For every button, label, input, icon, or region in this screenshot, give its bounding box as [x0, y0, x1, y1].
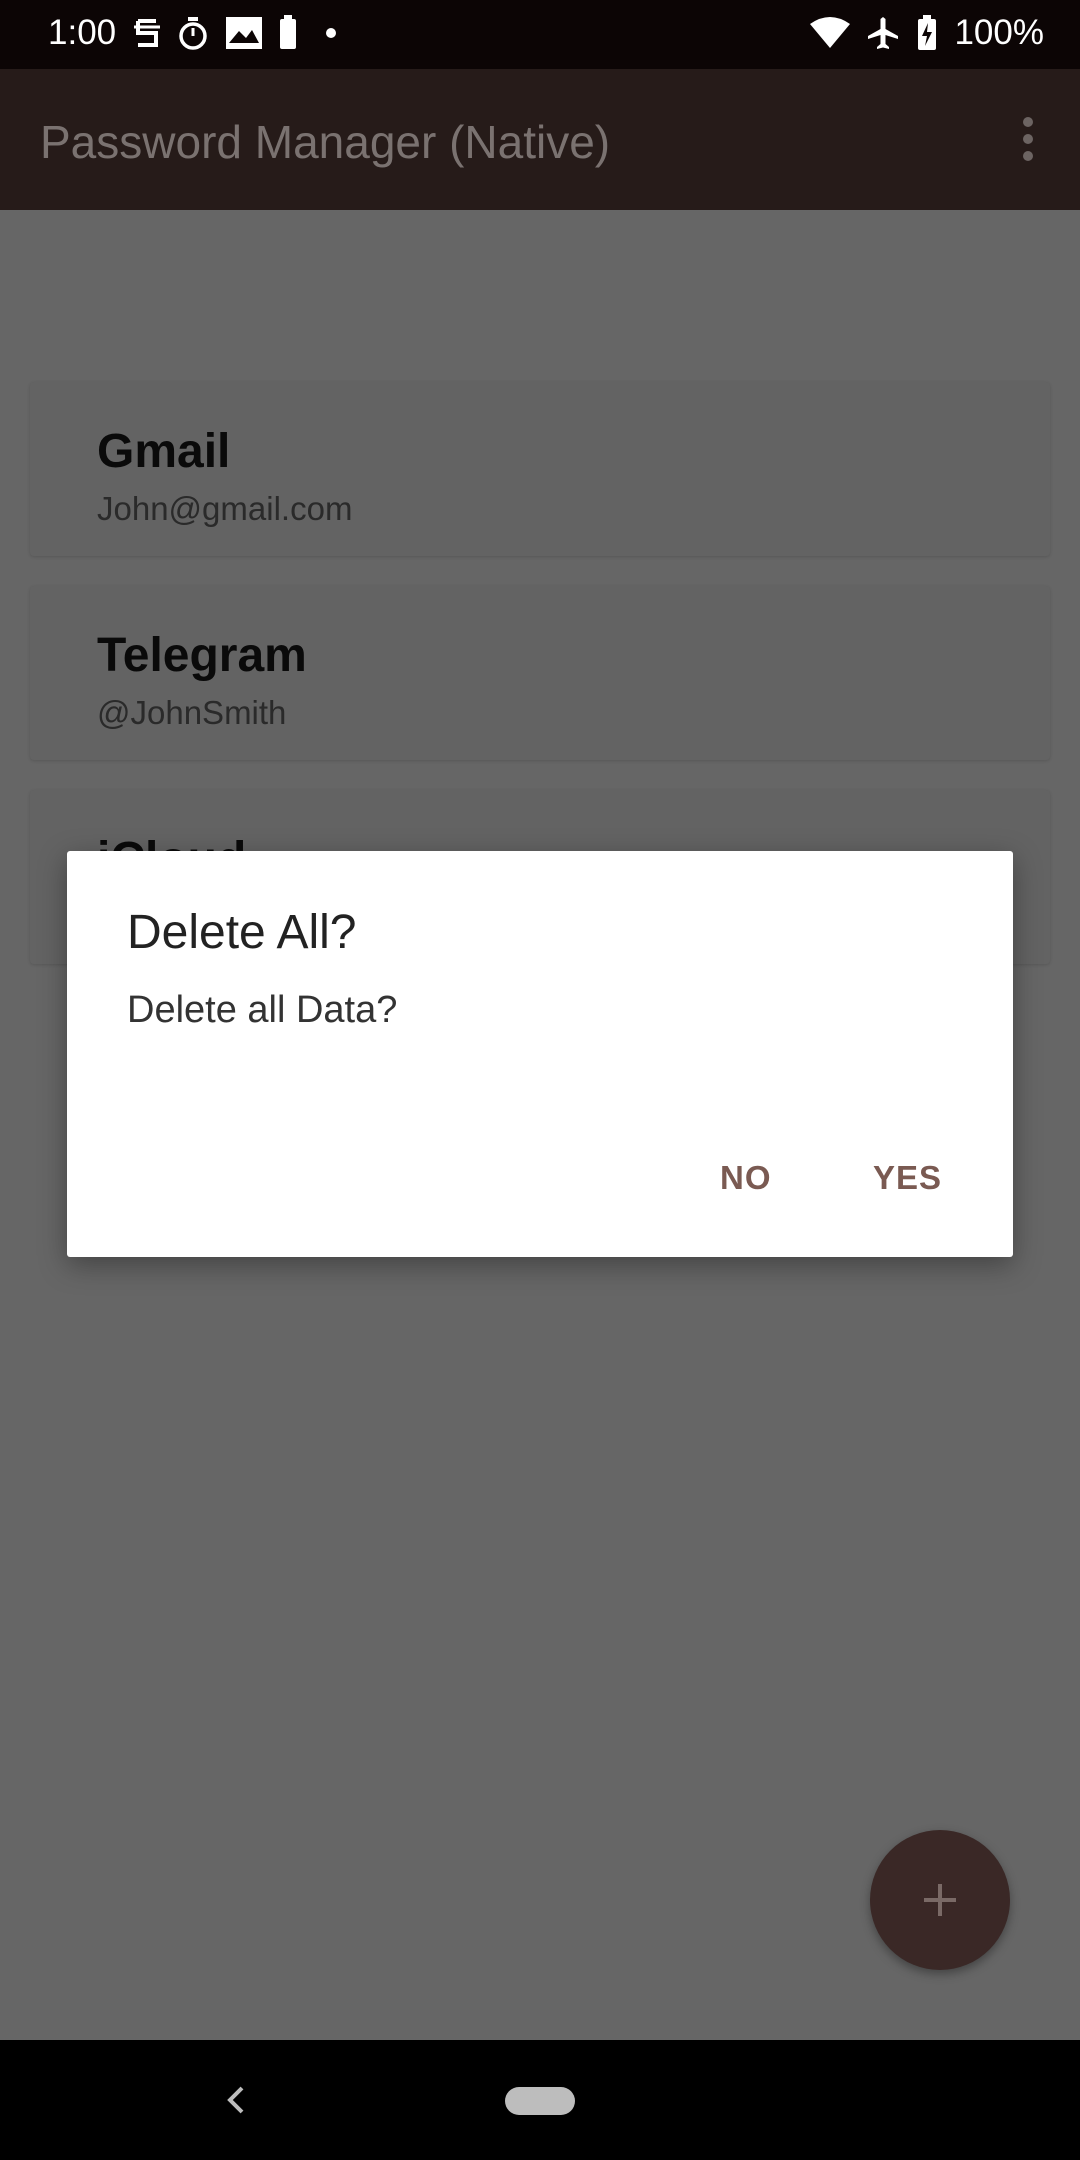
home-pill[interactable]: [505, 2087, 575, 2115]
stopwatch-icon: [179, 17, 207, 50]
airplane-icon: [868, 17, 899, 49]
battery-small-icon: [280, 15, 296, 49]
list-item[interactable]: Telegram @JohnSmith: [30, 586, 1050, 760]
plus-icon: [924, 1884, 956, 1916]
more-vert-icon[interactable]: [998, 109, 1058, 169]
battery-percent: 100%: [954, 13, 1044, 52]
back-icon[interactable]: [222, 2082, 252, 2118]
battery-charging-icon: [918, 15, 937, 50]
entry-account: John@gmail.com: [97, 490, 353, 527]
add-entry-button[interactable]: [870, 1830, 1010, 1970]
status-system-icons: 100%: [810, 13, 1044, 53]
dialog-title: Delete All?: [127, 906, 357, 959]
dialog-message: Delete all Data?: [127, 989, 398, 1031]
status-time: 1:00: [48, 13, 117, 52]
list-item[interactable]: Gmail John@gmail.com: [30, 382, 1050, 556]
dot-icon: [326, 28, 336, 38]
delete-all-dialog: Delete All? Delete all Data? NO YES: [67, 851, 1013, 1257]
yes-button[interactable]: YES: [861, 1151, 954, 1205]
entry-account: @JohnSmith: [97, 694, 287, 731]
entry-name: Gmail: [97, 425, 231, 478]
app-bar: Password Manager (Native): [0, 69, 1080, 210]
status-notification-icons: [132, 15, 336, 51]
status-bar: 1:00 100%: [0, 0, 1080, 69]
image-icon: [226, 17, 262, 49]
app-title: Password Manager (Native): [40, 116, 611, 168]
entry-name: Telegram: [97, 629, 307, 682]
notification-s-icon: [134, 19, 160, 47]
no-button[interactable]: NO: [708, 1151, 784, 1205]
system-nav-bar: [0, 2040, 1080, 2160]
wifi-icon: [810, 17, 851, 48]
